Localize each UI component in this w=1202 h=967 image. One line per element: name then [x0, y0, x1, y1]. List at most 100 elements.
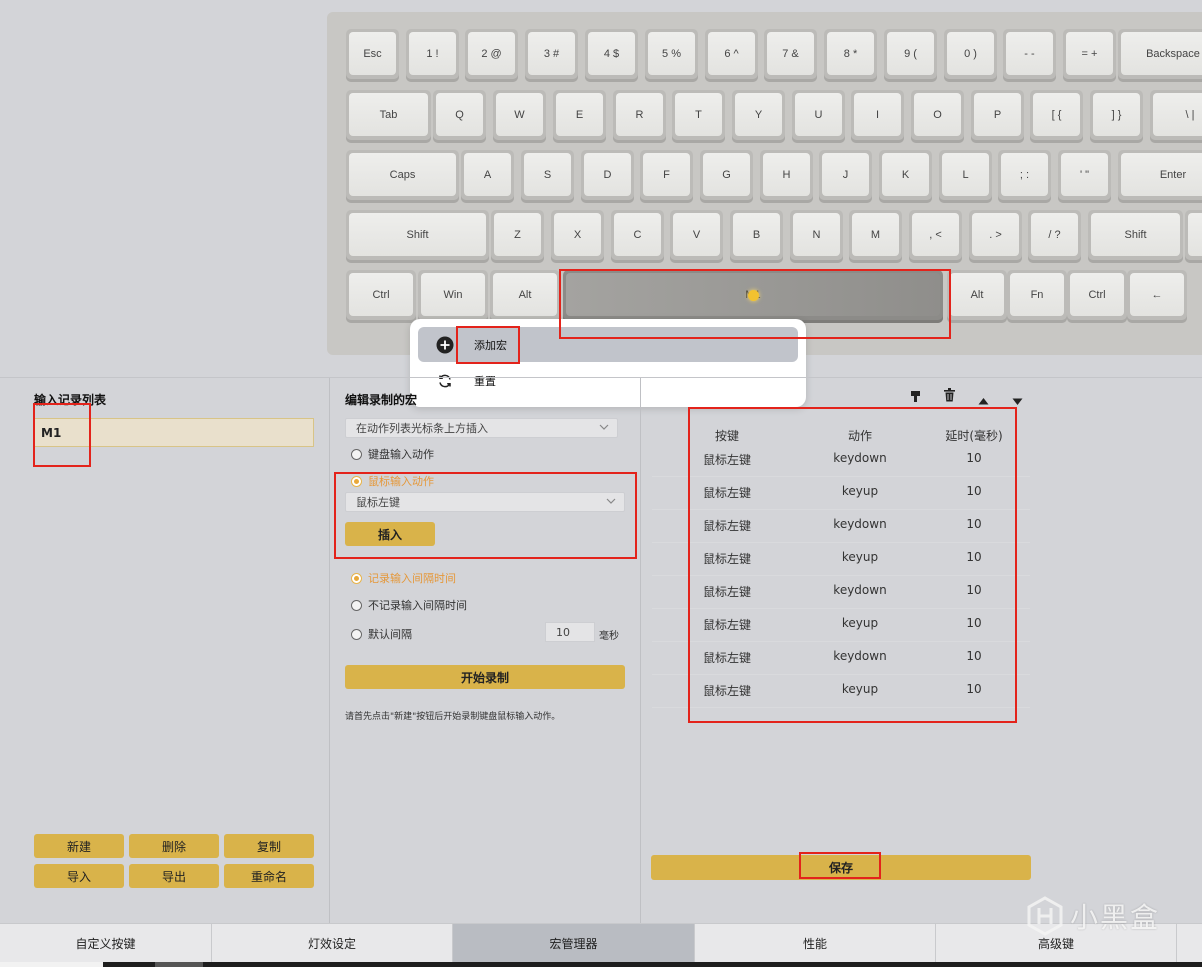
key-shift[interactable]: Shift [1088, 210, 1183, 263]
insert-mode-select[interactable]: 在动作列表光标条上方插入 [345, 418, 618, 438]
start-record-button[interactable]: 开始录制 [345, 665, 625, 689]
key-m[interactable]: M [849, 210, 902, 263]
tab-lighting[interactable]: 灯效设定 [212, 924, 453, 963]
move-up-icon[interactable] [978, 390, 989, 409]
reset-menu-item[interactable]: 重置 [418, 363, 798, 398]
key-j[interactable]: J [819, 150, 872, 203]
key-6-[interactable]: 6 ^ [705, 29, 758, 82]
key-4-[interactable]: 4 $ [585, 29, 638, 82]
export-button[interactable]: 导出 [129, 864, 219, 888]
tab-custom-keys[interactable]: 自定义按键 [0, 924, 212, 963]
move-down-icon[interactable] [1012, 391, 1023, 410]
key-n[interactable]: N [790, 210, 843, 263]
insert-button[interactable]: 插入 [345, 522, 435, 546]
watermark: 小黑盒 [1026, 896, 1160, 936]
keyboard-preview: Esc 1 ! 2 @3 #4 $5 % 6 ^ 7 & 8 * 9 (0 ) - - = + B… [327, 12, 1202, 355]
copy-button[interactable]: 复制 [224, 834, 314, 858]
mouse-button-select[interactable]: 鼠标左键 [345, 492, 625, 512]
key-c[interactable]: C [611, 210, 664, 263]
key--[interactable]: - - [1003, 29, 1056, 82]
key--[interactable]: \ | [1150, 90, 1202, 143]
plus-circle-icon [436, 336, 454, 354]
key--[interactable]: ] } [1090, 90, 1143, 143]
key-5-[interactable]: 5 % [645, 29, 698, 82]
key-b[interactable]: B [730, 210, 783, 263]
save-button[interactable]: 保存 [651, 855, 1031, 880]
key-fn[interactable]: Fn [1007, 270, 1067, 323]
keyboard-input-radio[interactable]: 键盘输入动作 [351, 446, 434, 462]
key-alt[interactable]: Alt [947, 270, 1007, 323]
key-g[interactable]: G [700, 150, 753, 203]
key-esc[interactable]: Esc [346, 29, 399, 82]
delete-button[interactable]: 删除 [129, 834, 219, 858]
rename-button[interactable]: 重命名 [224, 864, 314, 888]
record-hint: 请首先点击"新建"按钮后开始录制键盘鼠标输入动作。 [345, 712, 561, 722]
space-key-m1[interactable]: M1 [563, 270, 943, 323]
key-2-[interactable]: 2 @ [465, 29, 518, 82]
row-delay: 10 [966, 682, 982, 696]
key--[interactable]: , < [909, 210, 962, 263]
key--[interactable]: ← [1127, 270, 1187, 323]
key-e[interactable]: E [553, 90, 606, 143]
key--[interactable]: . > [969, 210, 1022, 263]
no-record-interval-radio[interactable]: 不记录输入间隔时间 [351, 597, 467, 613]
key-k[interactable]: K [879, 150, 932, 203]
key-u[interactable]: U [792, 90, 845, 143]
tab-macro-manager[interactable]: 宏管理器 [453, 924, 695, 963]
key-h[interactable]: H [760, 150, 813, 203]
key-1-[interactable]: 1 ! [406, 29, 459, 82]
key-alt[interactable]: Alt [490, 270, 560, 323]
record-list-item[interactable]: M1 [34, 418, 314, 447]
key-7-[interactable]: 7 & [764, 29, 817, 82]
key-i[interactable]: I [851, 90, 904, 143]
key-tab[interactable]: Tab [346, 90, 431, 143]
trash-icon[interactable] [943, 387, 956, 406]
key--[interactable]: ; : [998, 150, 1051, 203]
key-9-[interactable]: 9 ( [884, 29, 937, 82]
key-q[interactable]: Q [433, 90, 486, 143]
key-v[interactable]: V [670, 210, 723, 263]
key-3-[interactable]: 3 # [525, 29, 578, 82]
key-enter[interactable]: Enter [1118, 150, 1202, 203]
key--[interactable]: ' " [1058, 150, 1111, 203]
key-p[interactable]: P [971, 90, 1024, 143]
key-caps[interactable]: Caps [346, 150, 459, 203]
key-8-[interactable]: 8 * [824, 29, 877, 82]
key-cap-label: 6 ^ [708, 32, 755, 75]
key--[interactable]: / ? [1028, 210, 1081, 263]
key-z[interactable]: Z [491, 210, 544, 263]
interval-input[interactable]: 10 [545, 622, 595, 642]
tab-performance[interactable]: 性能 [695, 924, 936, 963]
key-a[interactable]: A [461, 150, 514, 203]
key-d[interactable]: D [581, 150, 634, 203]
pin-icon[interactable] [909, 388, 922, 407]
key-r[interactable]: R [613, 90, 666, 143]
key-undefined[interactable] [1185, 210, 1202, 263]
key--[interactable]: [ { [1030, 90, 1083, 143]
row-divider [652, 707, 1030, 708]
key-backspace[interactable]: Backspace [1118, 29, 1202, 82]
import-button[interactable]: 导入 [34, 864, 124, 888]
default-interval-radio[interactable]: 默认间隔 [351, 626, 412, 642]
record-interval-radio[interactable]: 记录输入间隔时间 [351, 570, 456, 586]
key-s[interactable]: S [521, 150, 574, 203]
key-0-[interactable]: 0 ) [944, 29, 997, 82]
key-cap-label: H [763, 153, 810, 196]
mouse-input-radio[interactable]: 鼠标输入动作 [351, 473, 434, 489]
key-ctrl[interactable]: Ctrl [346, 270, 416, 323]
key-ctrl[interactable]: Ctrl [1067, 270, 1127, 323]
key--[interactable]: = + [1063, 29, 1116, 82]
key-cap-label: ; : [1001, 153, 1048, 196]
add-macro-menu-item[interactable]: 添加宏 [418, 327, 798, 362]
key-f[interactable]: F [640, 150, 693, 203]
key-y[interactable]: Y [732, 90, 785, 143]
key-win[interactable]: Win [418, 270, 488, 323]
key-shift[interactable]: Shift [346, 210, 489, 263]
key-l[interactable]: L [939, 150, 992, 203]
new-button[interactable]: 新建 [34, 834, 124, 858]
key-o[interactable]: O [911, 90, 964, 143]
key-w[interactable]: W [493, 90, 546, 143]
default-interval-label: 默认间隔 [368, 628, 412, 641]
key-t[interactable]: T [672, 90, 725, 143]
key-x[interactable]: X [551, 210, 604, 263]
